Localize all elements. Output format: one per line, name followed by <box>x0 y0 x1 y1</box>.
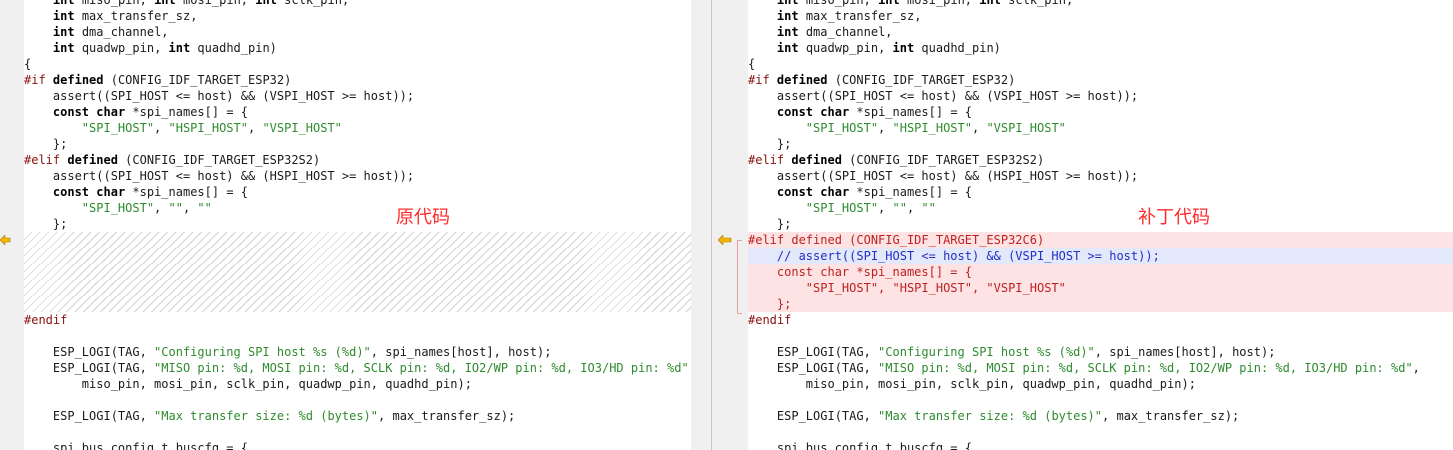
patched-code-line[interactable]: "SPI_HOST", "HSPI_HOST", "VSPI_HOST" <box>748 280 1453 296</box>
original-code-line[interactable]: assert((SPI_HOST <= host) && (VSPI_HOST … <box>24 88 691 104</box>
patched-code-line[interactable] <box>748 328 1453 344</box>
original-code-line[interactable]: miso_pin, mosi_pin, sclk_pin, quadwp_pin… <box>24 376 691 392</box>
patched-code-line[interactable]: int miso_pin, int mosi_pin, int sclk_pin… <box>748 0 1453 8</box>
patched-code-line[interactable]: #elif defined (CONFIG_IDF_TARGET_ESP32S2… <box>748 152 1453 168</box>
patched-code-line[interactable] <box>748 392 1453 408</box>
patched-code-line[interactable]: const char *spi_names[] = { <box>748 104 1453 120</box>
patched-code-line[interactable]: assert((SPI_HOST <= host) && (VSPI_HOST … <box>748 88 1453 104</box>
original-code-line[interactable]: }; <box>24 216 691 232</box>
patched-code-line[interactable]: { <box>748 56 1453 72</box>
original-code-line[interactable] <box>24 424 691 440</box>
patched-code-line[interactable]: "SPI_HOST", "", "" <box>748 200 1453 216</box>
patched-code-line[interactable]: const char *spi_names[] = { <box>748 184 1453 200</box>
patched-code-line[interactable]: spi_bus_config_t buscfg = { <box>748 440 1453 450</box>
patched-code-line[interactable]: ESP_LOGI(TAG, "MISO pin: %d, MOSI pin: %… <box>748 360 1453 376</box>
patched-code-line[interactable]: assert((SPI_HOST <= host) && (HSPI_HOST … <box>748 168 1453 184</box>
original-code-line[interactable] <box>24 280 691 296</box>
patched-code-line[interactable]: #endif <box>748 312 1453 328</box>
original-code-line[interactable]: int miso_pin, int mosi_pin, int sclk_pin… <box>24 0 691 8</box>
original-code-line[interactable]: ESP_LOGI(TAG, "Max transfer size: %d (by… <box>24 408 691 424</box>
left-gutter <box>0 0 24 450</box>
patched-code-line[interactable]: // assert((SPI_HOST <= host) && (VSPI_HO… <box>748 248 1453 264</box>
diff-merge-arrow-icon[interactable] <box>718 235 732 245</box>
original-code-line[interactable] <box>24 328 691 344</box>
patched-code-line[interactable]: int quadwp_pin, int quadhd_pin) <box>748 40 1453 56</box>
original-code-line[interactable]: spi_bus_config_t buscfg = { <box>24 440 691 450</box>
patched-code-annotation: 补丁代码 <box>1138 207 1210 228</box>
patched-code-line[interactable]: miso_pin, mosi_pin, sclk_pin, quadwp_pin… <box>748 376 1453 392</box>
original-code-lines: int miso_pin, int mosi_pin, int sclk_pin… <box>24 0 691 450</box>
original-code-line[interactable]: const char *spi_names[] = { <box>24 184 691 200</box>
original-code-line[interactable]: const char *spi_names[] = { <box>24 104 691 120</box>
patched-code-line[interactable]: "SPI_HOST", "HSPI_HOST", "VSPI_HOST" <box>748 120 1453 136</box>
patched-code-lines: int miso_pin, int mosi_pin, int sclk_pin… <box>748 0 1453 450</box>
original-code-line[interactable]: int dma_channel, <box>24 24 691 40</box>
patched-code-line[interactable]: int max_transfer_sz, <box>748 8 1453 24</box>
original-code-line[interactable] <box>24 296 691 312</box>
original-code-line[interactable] <box>24 264 691 280</box>
original-code-line[interactable] <box>24 248 691 264</box>
patched-code-line[interactable]: ESP_LOGI(TAG, "Max transfer size: %d (by… <box>748 408 1453 424</box>
patched-code-line[interactable]: }; <box>748 216 1453 232</box>
original-code-line[interactable]: #if defined (CONFIG_IDF_TARGET_ESP32) <box>24 72 691 88</box>
patched-code-line[interactable]: int dma_channel, <box>748 24 1453 40</box>
patched-code-line[interactable]: const char *spi_names[] = { <box>748 264 1453 280</box>
original-code-line[interactable] <box>24 232 691 248</box>
patched-code-pane[interactable]: int miso_pin, int mosi_pin, int sclk_pin… <box>748 0 1453 450</box>
patched-code-line[interactable]: }; <box>748 136 1453 152</box>
original-code-line[interactable]: #elif defined (CONFIG_IDF_TARGET_ESP32S2… <box>24 152 691 168</box>
original-code-line[interactable]: ESP_LOGI(TAG, "MISO pin: %d, MOSI pin: %… <box>24 360 691 376</box>
patched-code-line[interactable]: #elif defined (CONFIG_IDF_TARGET_ESP32C6… <box>748 232 1453 248</box>
change-block-bracket <box>737 240 742 314</box>
original-code-line[interactable]: assert((SPI_HOST <= host) && (HSPI_HOST … <box>24 168 691 184</box>
original-code-line[interactable]: #endif <box>24 312 691 328</box>
original-code-line[interactable]: ESP_LOGI(TAG, "Configuring SPI host %s (… <box>24 344 691 360</box>
original-code-line[interactable]: { <box>24 56 691 72</box>
original-code-line[interactable]: }; <box>24 136 691 152</box>
original-code-line[interactable]: int quadwp_pin, int quadhd_pin) <box>24 40 691 56</box>
center-gutter <box>691 0 711 450</box>
original-code-line[interactable] <box>24 392 691 408</box>
diff-marker-arrow-icon[interactable] <box>0 235 14 245</box>
patched-code-line[interactable]: ESP_LOGI(TAG, "Configuring SPI host %s (… <box>748 344 1453 360</box>
original-code-line[interactable]: "SPI_HOST", "", "" <box>24 200 691 216</box>
original-code-line[interactable]: int max_transfer_sz, <box>24 8 691 24</box>
right-gutter <box>712 0 748 450</box>
patched-code-line[interactable] <box>748 424 1453 440</box>
patched-code-line[interactable]: #if defined (CONFIG_IDF_TARGET_ESP32) <box>748 72 1453 88</box>
original-code-annotation: 原代码 <box>396 207 450 228</box>
original-code-pane[interactable]: int miso_pin, int mosi_pin, int sclk_pin… <box>24 0 691 450</box>
patched-code-line[interactable]: }; <box>748 296 1453 312</box>
original-code-line[interactable]: "SPI_HOST", "HSPI_HOST", "VSPI_HOST" <box>24 120 691 136</box>
